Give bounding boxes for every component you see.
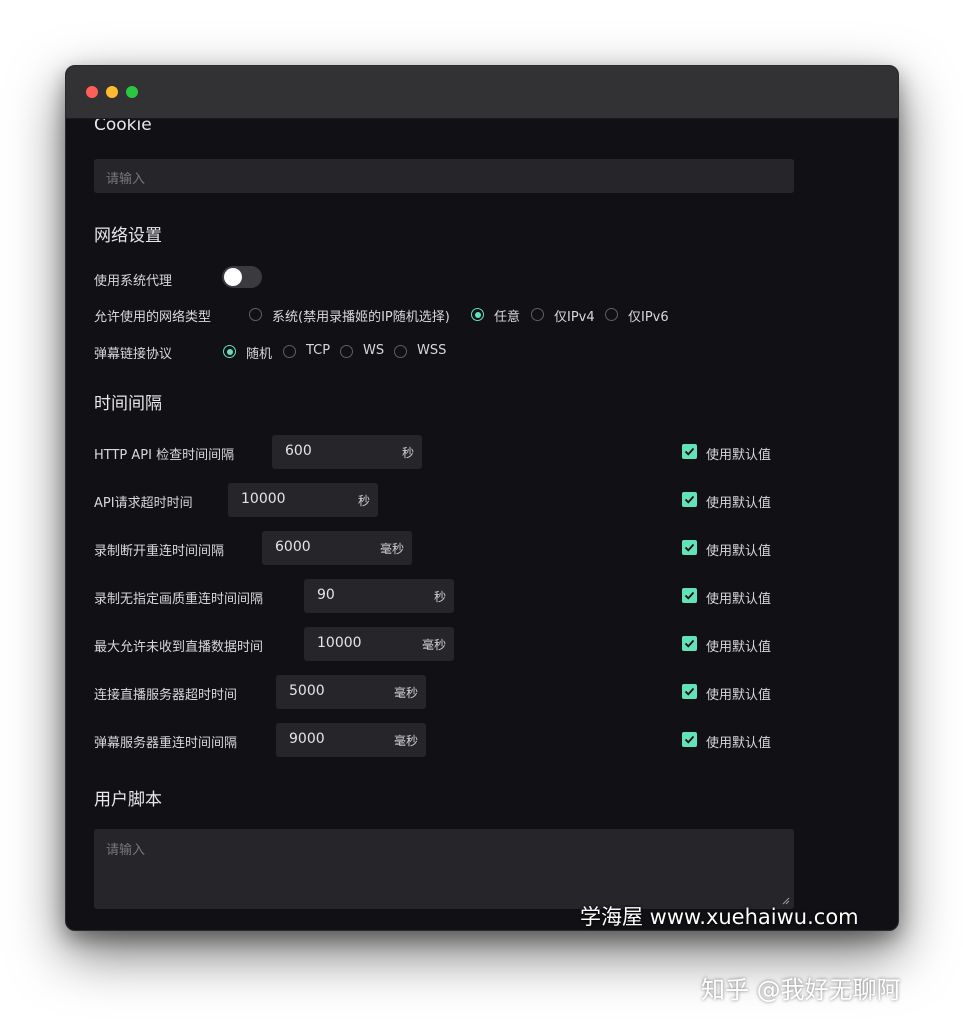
radio-network-any[interactable] bbox=[471, 308, 484, 321]
interval-label-no-quality-reconnect: 录制无指定画质重连时间间隔 bbox=[94, 592, 264, 607]
site-watermark: 学海屋 www.xuehaiwu.com bbox=[580, 905, 859, 929]
default-checkbox-label: 使用默认值 bbox=[706, 544, 772, 559]
check-icon bbox=[684, 735, 695, 744]
zhihu-watermark: 知乎 @我好无聊阿 bbox=[701, 976, 901, 1004]
interval-value: 10000 bbox=[241, 491, 286, 507]
danmaku-protocol-label: 弹幕链接协议 bbox=[94, 347, 173, 362]
interval-input-danmaku-reconnect[interactable]: 9000 毫秒 bbox=[276, 723, 426, 757]
check-icon bbox=[684, 687, 695, 696]
radio-label-protocol-ws: WS bbox=[363, 343, 385, 358]
interval-input-live-server-timeout[interactable]: 5000 毫秒 bbox=[276, 675, 426, 709]
cookie-input-placeholder: 请输入 bbox=[106, 172, 146, 187]
network-heading: 网络设置 bbox=[94, 226, 162, 246]
system-proxy-toggle[interactable] bbox=[222, 266, 262, 288]
interval-input-no-quality-reconnect[interactable]: 90 秒 bbox=[304, 579, 454, 613]
default-checkbox-label: 使用默认值 bbox=[706, 592, 772, 607]
radio-label-network-ipv4: 仅IPv4 bbox=[554, 310, 595, 325]
default-checkbox-label: 使用默认值 bbox=[706, 736, 772, 751]
minimize-window-button[interactable] bbox=[106, 86, 118, 98]
radio-label-protocol-wss: WSS bbox=[417, 343, 447, 358]
settings-content[interactable]: Cookie 请输入 网络设置 使用系统代理 允许使用的网络类型 系统(禁用录播… bbox=[66, 119, 898, 930]
radio-protocol-random[interactable] bbox=[223, 345, 236, 358]
app-window: Cookie 请输入 网络设置 使用系统代理 允许使用的网络类型 系统(禁用录播… bbox=[65, 65, 899, 931]
default-checkbox-api-timeout[interactable] bbox=[682, 492, 697, 507]
interval-label-api-timeout: API请求超时时间 bbox=[94, 496, 193, 511]
default-checkbox-danmaku-reconnect[interactable] bbox=[682, 732, 697, 747]
interval-unit: 秒 bbox=[433, 590, 446, 604]
radio-label-network-any: 任意 bbox=[494, 310, 521, 325]
radio-protocol-ws[interactable] bbox=[340, 345, 353, 358]
zoom-window-button[interactable] bbox=[126, 86, 138, 98]
cookie-input[interactable]: 请输入 bbox=[94, 159, 794, 193]
user-script-textarea[interactable]: 请输入 bbox=[94, 829, 794, 909]
title-bar bbox=[66, 66, 898, 119]
radio-label-protocol-tcp: TCP bbox=[306, 343, 331, 358]
default-checkbox-record-reconnect[interactable] bbox=[682, 540, 697, 555]
radio-network-system[interactable] bbox=[249, 308, 262, 321]
default-checkbox-max-no-data[interactable] bbox=[682, 636, 697, 651]
interval-label-http-api-check: HTTP API 检查时间间隔 bbox=[94, 448, 235, 463]
interval-value: 6000 bbox=[275, 539, 311, 555]
radio-network-ipv4[interactable] bbox=[531, 308, 544, 321]
user-script-placeholder: 请输入 bbox=[106, 843, 146, 858]
interval-unit: 毫秒 bbox=[393, 686, 418, 700]
interval-value: 90 bbox=[317, 587, 335, 603]
default-checkbox-label: 使用默认值 bbox=[706, 496, 772, 511]
radio-label-protocol-random: 随机 bbox=[246, 347, 273, 362]
default-checkbox-live-server-timeout[interactable] bbox=[682, 684, 697, 699]
radio-network-ipv6[interactable] bbox=[605, 308, 618, 321]
interval-label-live-server-timeout: 连接直播服务器超时时间 bbox=[94, 688, 238, 703]
check-icon bbox=[684, 495, 695, 504]
system-proxy-label: 使用系统代理 bbox=[94, 274, 173, 289]
radio-protocol-wss[interactable] bbox=[394, 345, 407, 358]
interval-unit: 毫秒 bbox=[421, 638, 446, 652]
interval-value: 5000 bbox=[289, 683, 325, 699]
interval-unit: 毫秒 bbox=[379, 542, 404, 556]
interval-label-max-no-data: 最大允许未收到直播数据时间 bbox=[94, 640, 264, 655]
interval-label-record-reconnect: 录制断开重连时间间隔 bbox=[94, 544, 225, 559]
check-icon bbox=[684, 591, 695, 600]
default-checkbox-label: 使用默认值 bbox=[706, 640, 772, 655]
network-type-label: 允许使用的网络类型 bbox=[94, 310, 212, 325]
interval-unit: 毫秒 bbox=[393, 734, 418, 748]
interval-unit: 秒 bbox=[357, 494, 370, 508]
check-icon bbox=[684, 639, 695, 648]
intervals-heading: 时间间隔 bbox=[94, 394, 162, 414]
interval-input-api-timeout[interactable]: 10000 秒 bbox=[228, 483, 378, 517]
interval-unit: 秒 bbox=[401, 446, 414, 460]
interval-input-http-api-check[interactable]: 600 秒 bbox=[272, 435, 422, 469]
radio-label-network-system: 系统(禁用录播姬的IP随机选择) bbox=[272, 310, 450, 325]
check-icon bbox=[684, 447, 695, 456]
radio-protocol-tcp[interactable] bbox=[283, 345, 296, 358]
default-checkbox-no-quality-reconnect[interactable] bbox=[682, 588, 697, 603]
interval-value: 600 bbox=[285, 443, 312, 459]
radio-label-network-ipv6: 仅IPv6 bbox=[628, 310, 669, 325]
close-window-button[interactable] bbox=[86, 86, 98, 98]
cookie-heading: Cookie bbox=[94, 119, 152, 135]
interval-input-max-no-data[interactable]: 10000 毫秒 bbox=[304, 627, 454, 661]
toggle-knob bbox=[224, 268, 242, 286]
interval-value: 9000 bbox=[289, 731, 325, 747]
interval-input-record-reconnect[interactable]: 6000 毫秒 bbox=[262, 531, 412, 565]
default-checkbox-label: 使用默认值 bbox=[706, 688, 772, 703]
check-icon bbox=[684, 543, 695, 552]
user-script-heading: 用户脚本 bbox=[94, 790, 162, 810]
default-checkbox-http-api-check[interactable] bbox=[682, 444, 697, 459]
interval-value: 10000 bbox=[317, 635, 362, 651]
default-checkbox-label: 使用默认值 bbox=[706, 448, 772, 463]
interval-label-danmaku-reconnect: 弹幕服务器重连时间间隔 bbox=[94, 736, 238, 751]
